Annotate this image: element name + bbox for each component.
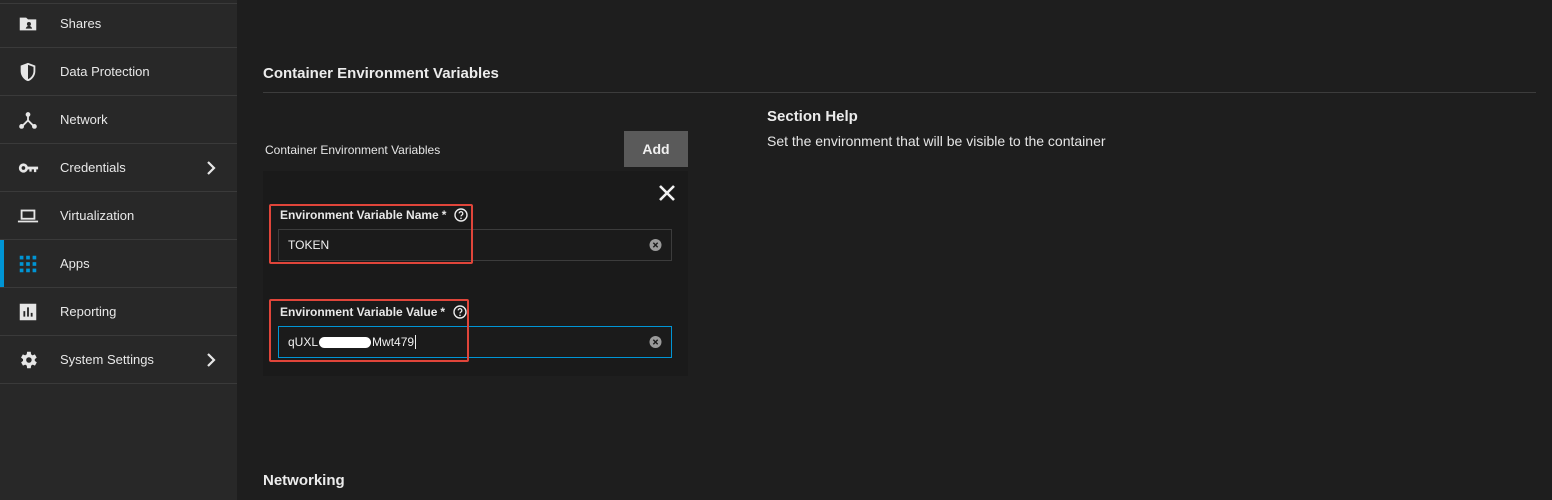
section-divider bbox=[263, 92, 1536, 93]
sidebar-item-label: Shares bbox=[60, 16, 102, 31]
main-content: Container Environment Variables Containe… bbox=[237, 0, 1552, 500]
sidebar-item-label: Data Protection bbox=[60, 64, 150, 79]
key-icon bbox=[17, 157, 39, 179]
section-help-title: Section Help bbox=[767, 108, 858, 125]
sidebar-item-data-protection[interactable]: Data Protection bbox=[0, 48, 237, 96]
sidebar: Shares Data Protection Network Credentia… bbox=[0, 0, 237, 500]
list-label: Container Environment Variables bbox=[265, 143, 441, 157]
add-button[interactable]: Add bbox=[624, 131, 688, 167]
clear-icon[interactable] bbox=[649, 336, 662, 349]
sidebar-item-label: Virtualization bbox=[60, 208, 135, 223]
sidebar-item-credentials[interactable]: Credentials bbox=[0, 144, 237, 192]
sidebar-item-label: System Settings bbox=[60, 352, 154, 367]
shares-icon bbox=[17, 13, 39, 35]
sidebar-item-system-settings[interactable]: System Settings bbox=[0, 336, 237, 384]
clear-icon[interactable] bbox=[649, 239, 662, 252]
sidebar-item-reporting[interactable]: Reporting bbox=[0, 288, 237, 336]
sidebar-item-network[interactable]: Network bbox=[0, 96, 237, 144]
shield-icon bbox=[17, 61, 39, 83]
highlight-box bbox=[269, 299, 469, 362]
env-var-entry: Environment Variable Name * TOKEN Enviro… bbox=[263, 171, 688, 376]
highlight-box bbox=[269, 204, 473, 264]
sidebar-item-label: Credentials bbox=[60, 160, 126, 175]
reporting-icon bbox=[17, 301, 39, 323]
sidebar-item-label: Network bbox=[60, 112, 108, 127]
sidebar-item-apps[interactable]: Apps bbox=[0, 240, 237, 288]
section-title: Container Environment Variables bbox=[263, 65, 499, 82]
gear-icon bbox=[17, 349, 39, 371]
networking-section-title: Networking bbox=[263, 472, 345, 489]
chevron-right-icon bbox=[205, 352, 217, 367]
sidebar-item-label: Apps bbox=[60, 256, 90, 271]
apps-grid-icon bbox=[17, 253, 39, 275]
network-icon bbox=[17, 109, 39, 131]
close-icon[interactable] bbox=[658, 184, 676, 202]
sidebar-item-virtualization[interactable]: Virtualization bbox=[0, 192, 237, 240]
sidebar-item-shares[interactable]: Shares bbox=[0, 0, 237, 48]
chevron-right-icon bbox=[205, 160, 217, 175]
sidebar-item-label: Reporting bbox=[60, 304, 117, 319]
laptop-icon bbox=[17, 205, 39, 227]
section-help-text: Set the environment that will be visible… bbox=[767, 133, 1106, 149]
